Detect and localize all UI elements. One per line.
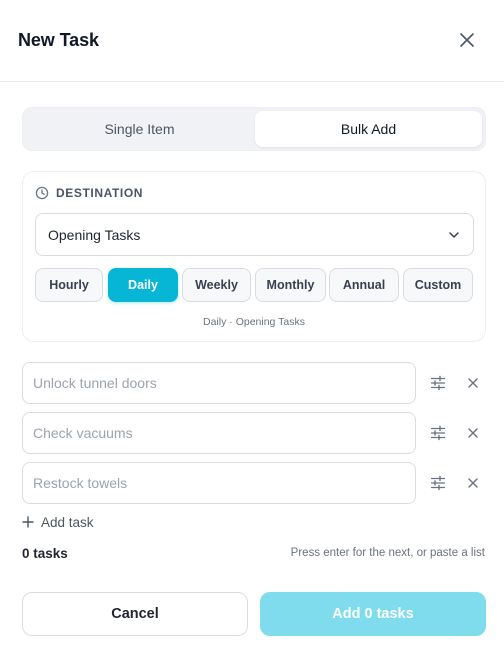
close-icon (468, 428, 478, 438)
task-options-button[interactable] (428, 373, 448, 393)
close-icon (468, 478, 478, 488)
task-row (22, 412, 486, 454)
dialog-title: New Task (18, 30, 99, 50)
task-remove-button[interactable] (463, 423, 483, 443)
task-count: 0 tasks (22, 546, 68, 561)
destination-summary: Daily · Opening Tasks (203, 316, 305, 328)
frequency-selector: Hourly Daily Weekly Monthly Annual Custo… (35, 268, 475, 302)
task-row (22, 362, 486, 404)
mode-tabs: Single Item Bulk Add (22, 107, 486, 151)
clock-icon (35, 186, 49, 200)
task-options-button[interactable] (428, 473, 448, 493)
chevron-down-icon (449, 232, 459, 238)
tab-bulk-add[interactable]: Bulk Add (255, 111, 482, 147)
plus-icon (22, 516, 34, 528)
close-icon (468, 378, 478, 388)
sliders-icon (430, 475, 446, 491)
destination-heading: DESTINATION (35, 185, 143, 201)
close-icon (460, 33, 474, 47)
tab-single-item[interactable]: Single Item (26, 111, 253, 147)
sliders-icon (430, 375, 446, 391)
frequency-weekly[interactable]: Weekly (182, 268, 251, 302)
cancel-button[interactable]: Cancel (22, 592, 248, 636)
destination-label: DESTINATION (56, 186, 144, 200)
new-task-dialog: New Task Single Item Bulk Add DESTINATIO… (0, 0, 504, 649)
task-remove-button[interactable] (463, 373, 483, 393)
task-input[interactable] (22, 412, 416, 454)
dialog-header: New Task (0, 0, 504, 82)
sliders-icon (430, 425, 446, 441)
frequency-monthly[interactable]: Monthly (255, 268, 326, 302)
task-remove-button[interactable] (463, 473, 483, 493)
destination-select[interactable]: Opening Tasks (35, 213, 474, 256)
destination-card: DESTINATION Opening Tasks Hourly Daily W… (22, 171, 486, 342)
task-input[interactable] (22, 462, 416, 504)
destination-select-value: Opening Tasks (48, 226, 141, 243)
add-task-button[interactable]: Add task (22, 512, 94, 532)
task-options-button[interactable] (428, 423, 448, 443)
task-input[interactable] (22, 362, 416, 404)
close-button[interactable] (456, 29, 478, 51)
frequency-custom[interactable]: Custom (403, 268, 473, 302)
add-task-label: Add task (41, 514, 94, 530)
frequency-annual[interactable]: Annual (329, 268, 399, 302)
add-tasks-button[interactable]: Add 0 tasks (260, 592, 486, 636)
frequency-daily[interactable]: Daily (108, 268, 178, 302)
frequency-hourly[interactable]: Hourly (35, 268, 103, 302)
input-hint: Press enter for the next, or paste a lis… (290, 547, 485, 559)
task-row (22, 462, 486, 504)
